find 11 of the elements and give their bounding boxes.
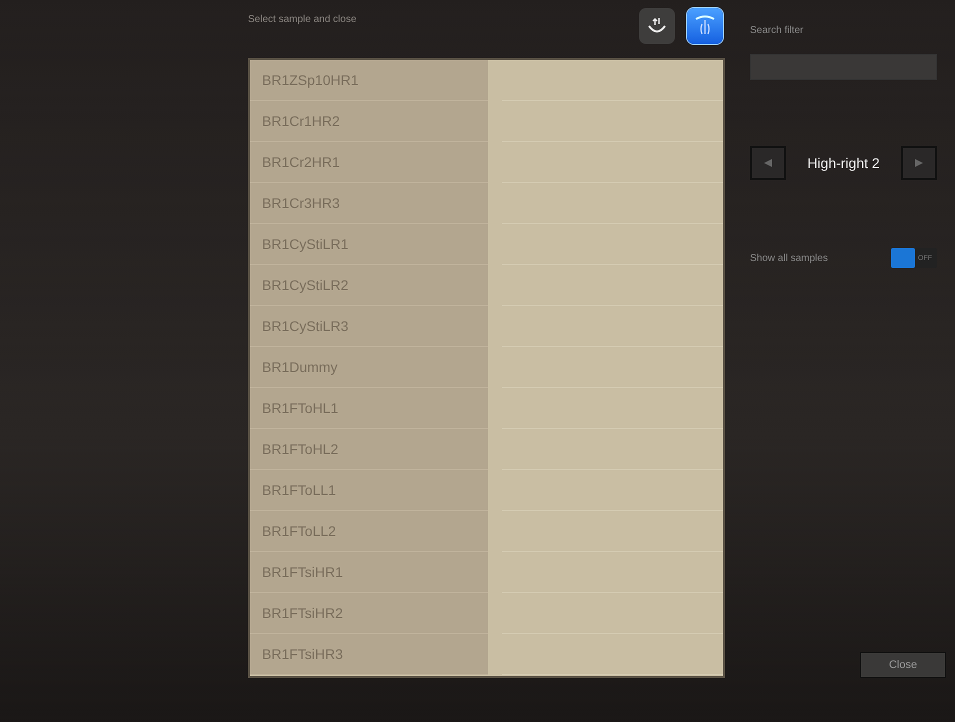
show-all-label: Show all samples <box>750 252 828 264</box>
previous-button[interactable] <box>750 146 786 180</box>
next-button[interactable] <box>901 146 937 180</box>
right-arrow-icon <box>914 158 924 168</box>
close-button[interactable]: Close <box>860 652 946 678</box>
search-field[interactable] <box>750 54 937 80</box>
left-arrow-icon <box>763 158 773 168</box>
toolbar-button[interactable] <box>639 8 675 44</box>
position-value: High-right 2 <box>807 155 880 171</box>
search-label: Search filter <box>750 25 804 36</box>
header-title: Select sample and close <box>248 14 356 24</box>
